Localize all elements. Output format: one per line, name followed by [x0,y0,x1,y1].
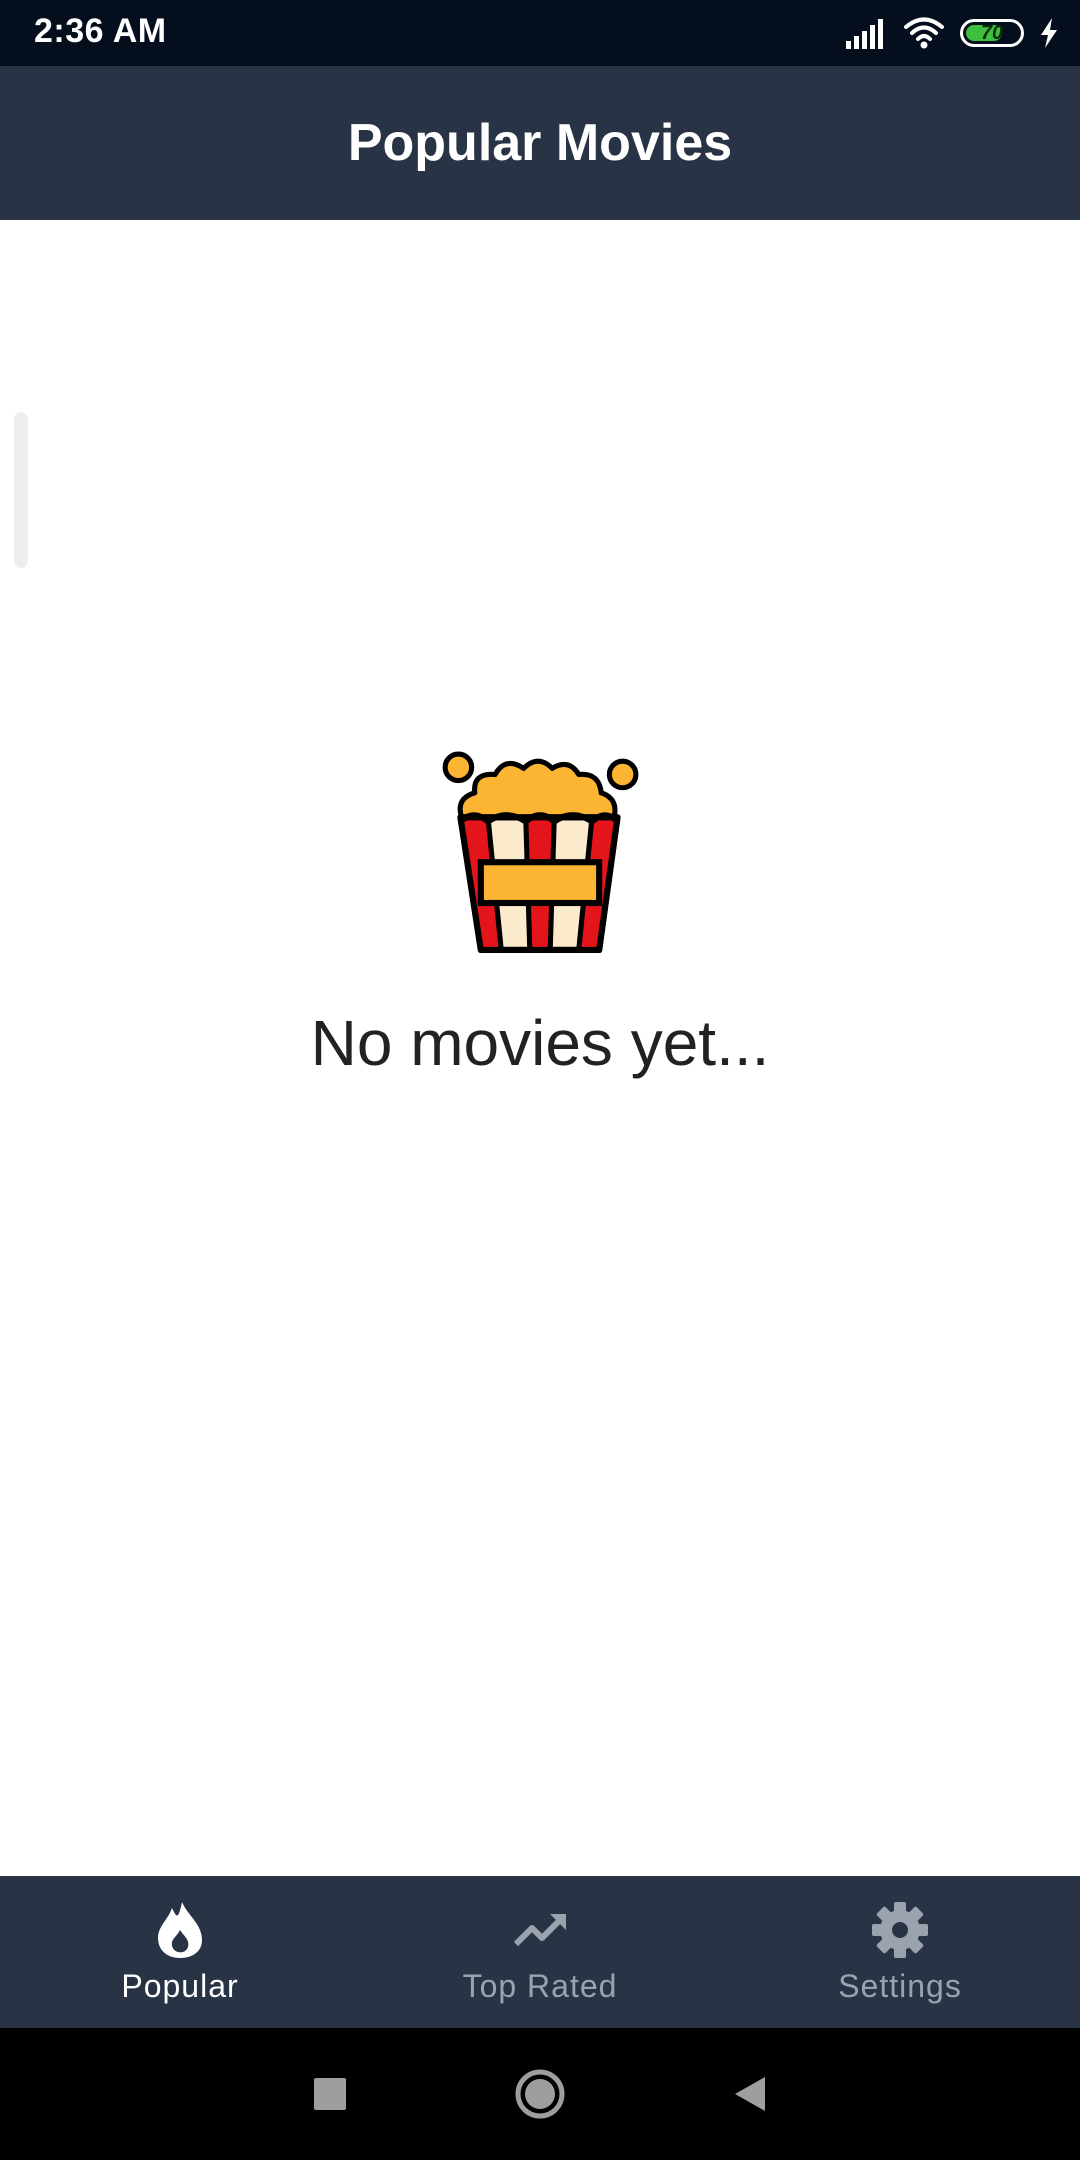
trending-up-icon [513,1913,566,1946]
status-time: 2:36 AM [34,12,167,50]
bottom-navigation: Popular Top Rated Settings [0,1876,1080,2028]
system-nav-bar [0,2028,1080,2160]
scroll-indicator[interactable] [14,412,28,568]
back-triangle-icon [735,2077,765,2111]
page-title: Popular Movies [347,114,733,172]
flame-icon [158,1901,202,1958]
battery-level: 70 [980,21,1004,44]
app-bar: Popular Movies [0,66,1080,220]
movie-list-area[interactable]: No movies yet... [0,220,1080,1876]
wifi-icon [904,17,944,49]
nav-item-top-rated[interactable]: Top Rated [360,1876,720,2028]
circle-icon [515,2069,565,2119]
gear-icon [872,1901,928,1958]
nav-item-settings[interactable]: Settings [720,1876,1080,2028]
nav-item-popular[interactable]: Popular [0,1876,360,2028]
popcorn-icon [442,751,639,953]
battery-icon: 70 [960,19,1024,47]
status-icons: 70 [844,12,1060,54]
empty-state: No movies yet... [0,750,1080,1080]
charging-icon [1041,18,1057,48]
nav-label-top-rated: Top Rated [462,1967,618,2004]
status-bar: 2:36 AM 70 [0,0,1080,66]
home-button[interactable] [510,2064,570,2124]
recents-button[interactable] [300,2064,360,2124]
signal-icon [846,19,883,49]
empty-state-message: No movies yet... [310,1007,770,1079]
nav-label-popular: Popular [121,1967,239,2004]
nav-label-settings: Settings [838,1967,962,2004]
square-icon [314,2078,346,2110]
back-button[interactable] [720,2064,780,2124]
